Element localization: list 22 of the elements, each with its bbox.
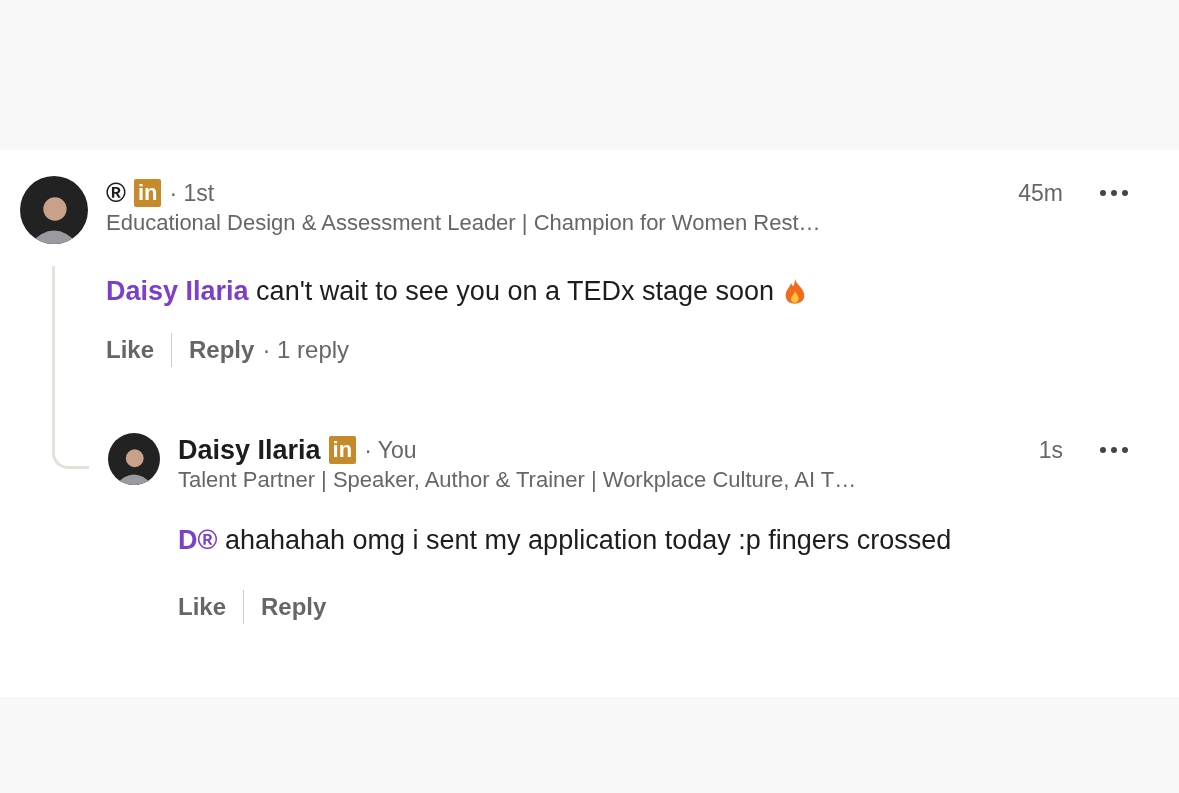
reply-link[interactable]: Reply <box>189 336 255 364</box>
comment-text: D® ahahahah omg i sent my application today :p fingers crossed <box>178 524 952 557</box>
connection-degree: · 1st <box>169 179 215 207</box>
reply-link[interactable]: Reply <box>261 593 327 621</box>
premium-badge: in <box>133 179 162 207</box>
author-name[interactable]: ® <box>106 177 126 209</box>
comment-text: Daisy Ilaria can't wait to see you on a TEDx stage soon <box>106 275 775 308</box>
author-headline: Educational Design & Assessment Leader | Champion for Women Rest… <box>106 210 822 236</box>
author-headline: Talent Partner | Speaker, Author & Trainer | Workplace Culture, AI T… <box>178 467 858 493</box>
premium-badge: in <box>328 436 357 464</box>
comment-time: 45m <box>1018 179 1063 207</box>
like-link[interactable]: Like <box>178 593 227 621</box>
mention-link[interactable]: Daisy Ilaria <box>106 276 249 306</box>
connection-degree: · You <box>364 436 417 464</box>
mention-link[interactable]: D® <box>178 525 218 555</box>
author-name[interactable]: Daisy Ilaria <box>178 434 321 466</box>
like-link[interactable]: Like <box>106 336 155 364</box>
reply-count[interactable]: · 1 reply <box>262 336 350 364</box>
more-icon[interactable] <box>1099 189 1129 197</box>
more-icon[interactable] <box>1099 446 1129 454</box>
comment-time: 1s <box>1038 436 1063 464</box>
avatar[interactable] <box>108 433 160 485</box>
